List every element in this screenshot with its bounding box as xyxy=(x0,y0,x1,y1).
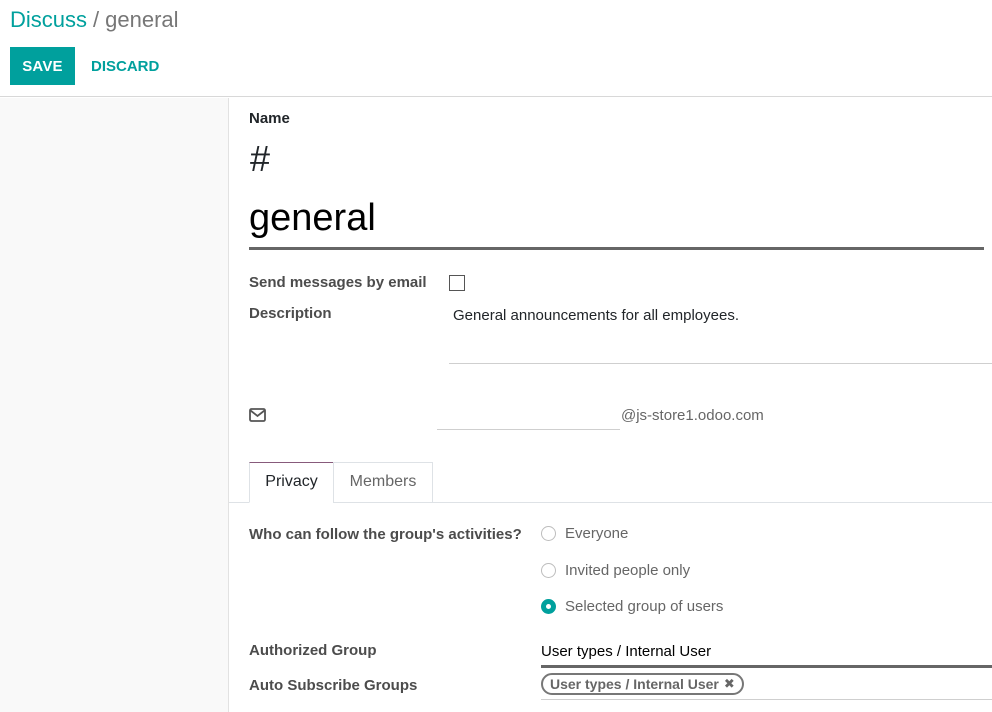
auto-subscribe-field[interactable]: User types / Internal User ✖ xyxy=(541,673,992,700)
radio-option-everyone[interactable]: Everyone xyxy=(541,525,628,542)
tab-privacy[interactable]: Privacy xyxy=(249,462,334,503)
envelope-icon xyxy=(249,408,266,422)
authorized-group-label: Authorized Group xyxy=(249,642,377,659)
radio-label: Invited people only xyxy=(565,562,691,579)
authorized-group-input[interactable] xyxy=(541,638,992,668)
name-label: Name xyxy=(249,110,290,127)
remove-tag-icon[interactable]: ✖ xyxy=(724,676,735,692)
radio-button-checked[interactable] xyxy=(541,599,556,614)
discard-button[interactable]: DISCARD xyxy=(82,47,168,85)
description-field[interactable]: General announcements for all employees. xyxy=(449,298,992,364)
breadcrumb-discuss-link[interactable]: Discuss xyxy=(10,7,87,32)
description-label: Description xyxy=(249,305,332,322)
save-button[interactable]: SAVE xyxy=(10,47,75,85)
radio-label: Selected group of users xyxy=(565,598,724,615)
breadcrumb: Discuss / general xyxy=(10,6,179,34)
radio-button[interactable] xyxy=(541,563,556,578)
follow-permission-label: Who can follow the group's activities? xyxy=(249,526,522,543)
radio-label: Everyone xyxy=(565,525,629,542)
form-view: Name # Send messages by email Descriptio… xyxy=(0,98,992,712)
group-tag: User types / Internal User ✖ xyxy=(541,673,744,695)
radio-option-selected-group[interactable]: Selected group of users xyxy=(541,598,723,615)
control-panel: Discuss / general SAVE DISCARD xyxy=(0,0,992,97)
breadcrumb-separator: / xyxy=(93,7,100,32)
auto-subscribe-label: Auto Subscribe Groups xyxy=(249,677,418,694)
send-email-checkbox[interactable] xyxy=(449,275,465,291)
channel-name-input[interactable] xyxy=(249,190,984,250)
tab-members[interactable]: Members xyxy=(333,462,433,503)
radio-option-invited[interactable]: Invited people only xyxy=(541,562,690,579)
group-tag-label: User types / Internal User xyxy=(550,676,719,692)
channel-hash-prefix: # xyxy=(250,138,271,179)
radio-button[interactable] xyxy=(541,526,556,541)
alias-domain: @js-store1.odoo.com xyxy=(621,407,764,424)
form-sheet: Name # Send messages by email Descriptio… xyxy=(228,98,992,712)
send-email-label: Send messages by email xyxy=(249,274,427,291)
breadcrumb-current: general xyxy=(105,7,179,32)
alias-name-input[interactable] xyxy=(437,398,620,430)
notebook-tabs: Privacy Members xyxy=(229,462,992,503)
